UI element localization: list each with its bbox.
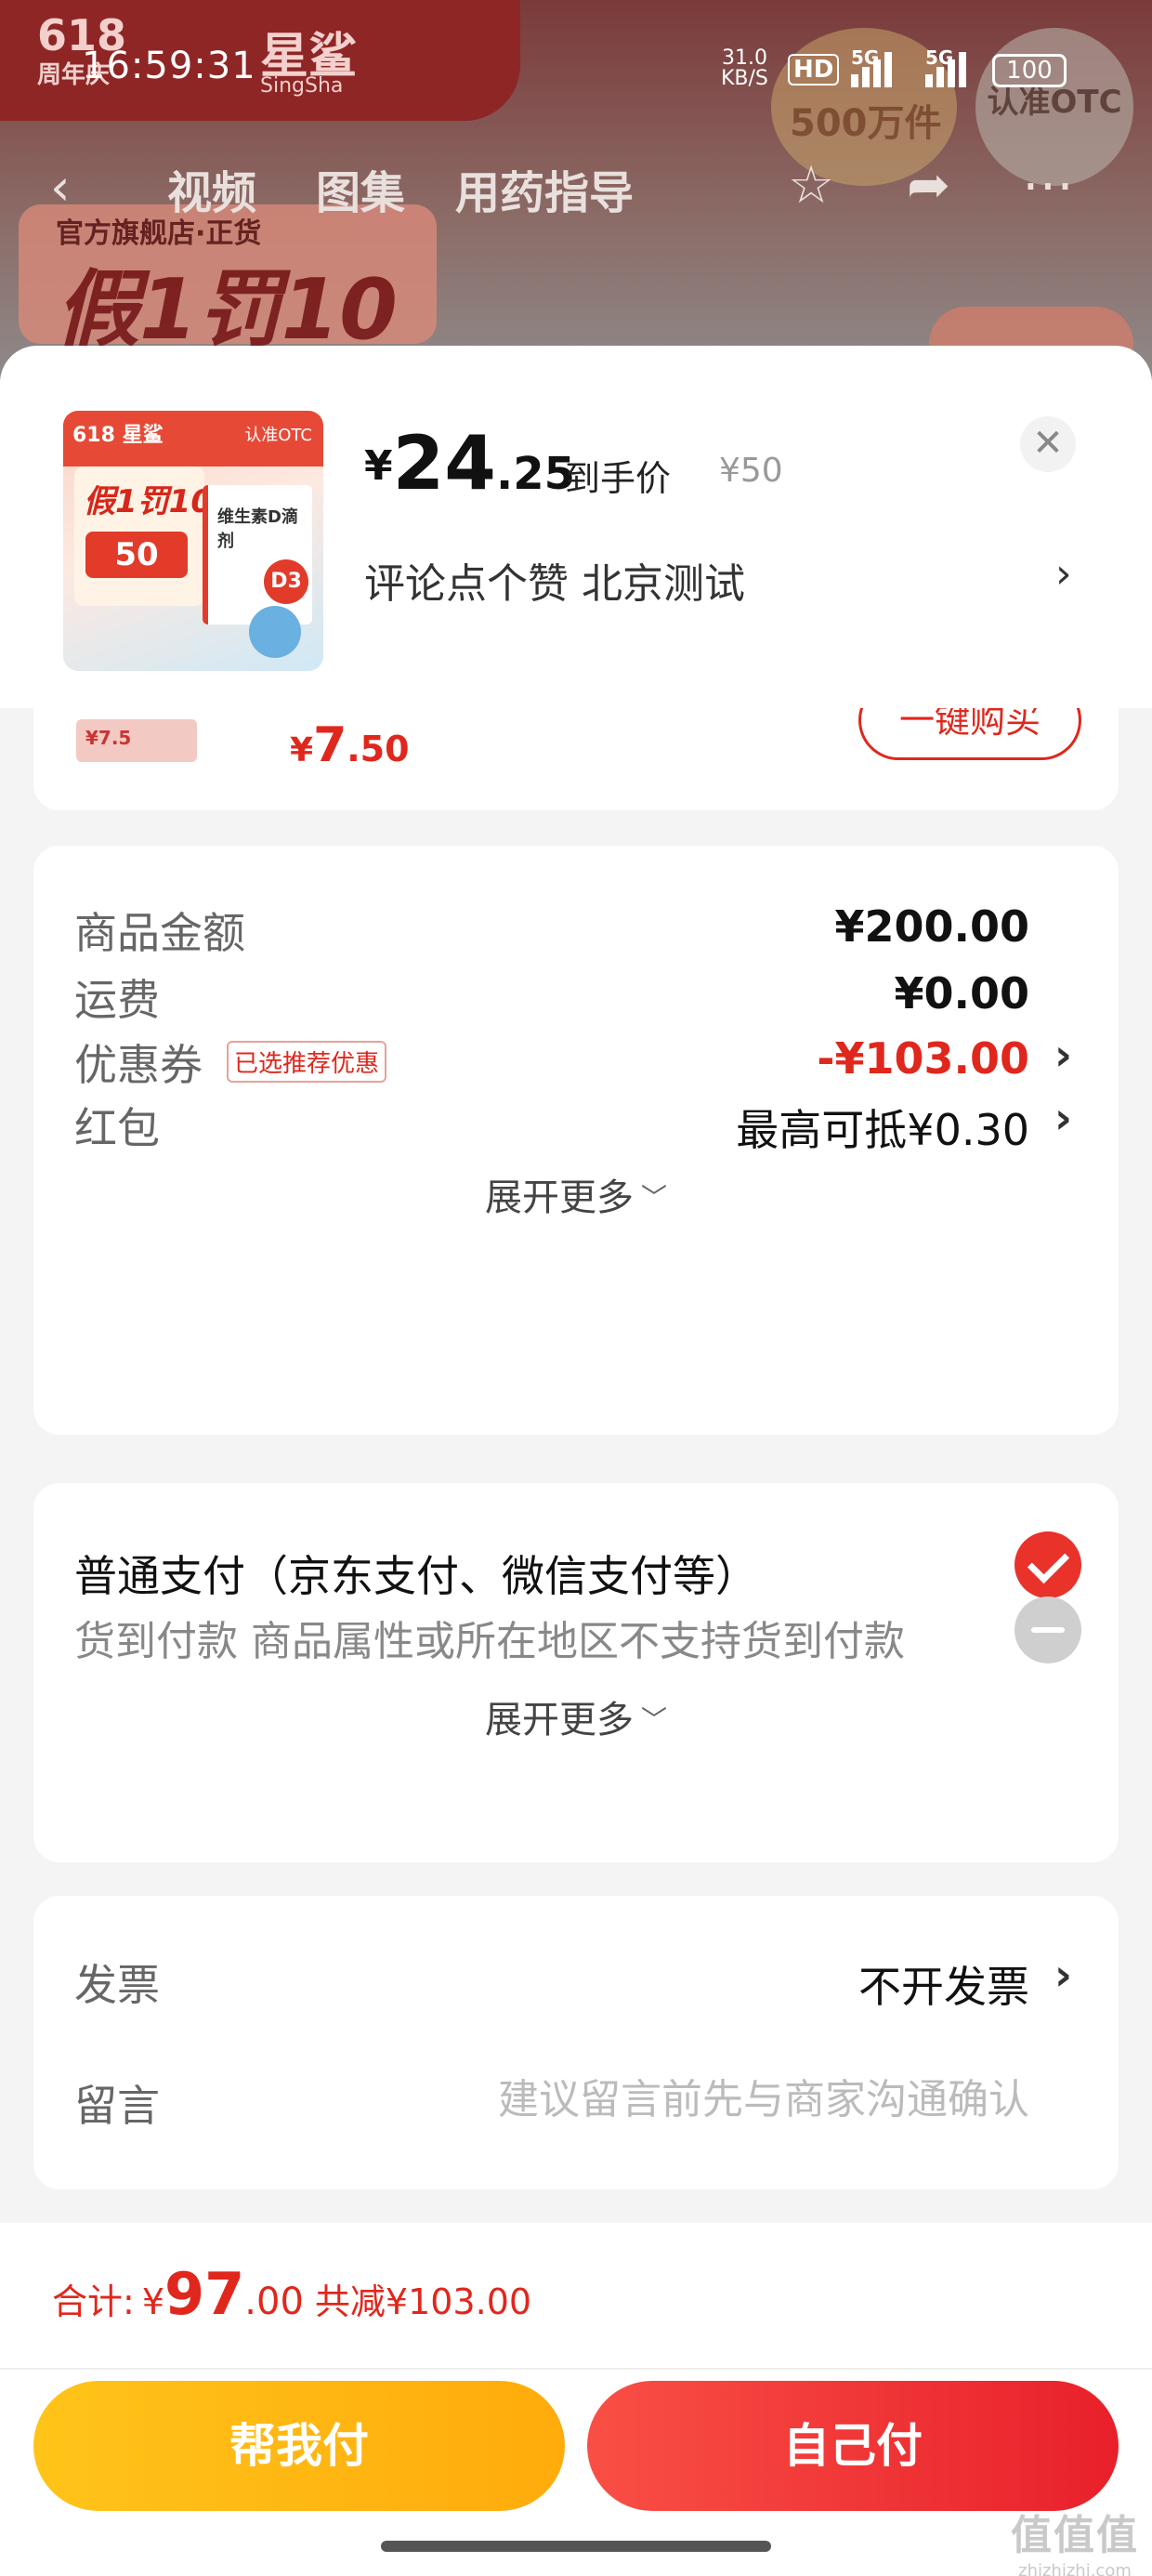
shipping-row: 运费 ¥0.00 bbox=[74, 968, 1029, 1025]
back-arrow-icon[interactable]: ‹ bbox=[50, 160, 106, 216]
recommended-item-price: ¥7.50 bbox=[290, 717, 410, 773]
watermark-logo: 值值值 zhizhizhi.com bbox=[1011, 2512, 1139, 2576]
chevron-right-icon: › bbox=[1054, 1030, 1072, 1080]
payment-method-card: 普通支付（京东支付、微信支付等） 货到付款 商品属性或所在地区不支持货到付款 展… bbox=[33, 1483, 1119, 1862]
share-icon[interactable]: ➦ bbox=[907, 158, 950, 214]
recommended-item-thumbnail: ¥7.5 bbox=[76, 719, 197, 762]
coupon-tag: 已选推荐优惠 bbox=[227, 1041, 387, 1083]
goods-amount: ¥200.00 bbox=[834, 901, 1029, 952]
close-icon[interactable]: ✕ bbox=[1020, 416, 1076, 472]
status-time: 16:59:31 bbox=[82, 45, 256, 87]
invoice-row[interactable]: 发票 不开发票 › bbox=[33, 1942, 1119, 2017]
thumb-product-box: 维生素D滴剂 D3 bbox=[203, 485, 312, 624]
expand-more-button[interactable]: 展开更多 ﹀ bbox=[33, 1167, 1119, 1221]
chevron-down-icon: ﹀ bbox=[640, 1704, 667, 1735]
thumb-coupon: 50 bbox=[85, 532, 188, 578]
checkout-footer: 合计: ¥97.00 共减¥103.00 帮我付 自己付 值值值 zhizhizhi… bbox=[0, 2223, 1152, 2576]
tab-gallery[interactable]: 图集 bbox=[316, 156, 405, 221]
normal-payment-option[interactable]: 普通支付（京东支付、微信支付等） bbox=[33, 1531, 1119, 1606]
more-dots-icon[interactable]: ⋯ bbox=[1022, 158, 1074, 214]
promo-banner-big: 假1罚10 bbox=[56, 261, 398, 359]
product-thumbnail[interactable]: 618 星鲨 认准OTC 假1罚10 50 维生素D滴剂 D3 bbox=[63, 411, 323, 671]
checked-circle-icon[interactable] bbox=[1015, 1531, 1081, 1598]
hd-icon: HD bbox=[788, 54, 840, 85]
tab-medication-guide[interactable]: 用药指导 bbox=[455, 156, 634, 221]
selected-spec[interactable]: 评论点个赞 北京测试 bbox=[364, 550, 745, 610]
chevron-right-icon: › bbox=[1054, 1950, 1072, 2000]
goods-amount-row: 商品金额 ¥200.00 bbox=[74, 901, 1029, 958]
thumb-otc: 认准OTC bbox=[244, 426, 312, 445]
disabled-circle-icon bbox=[1015, 1597, 1081, 1663]
red-packet-value: 最高可抵¥0.30 bbox=[736, 1105, 1029, 1155]
favorite-star-icon[interactable]: ☆ bbox=[788, 158, 834, 214]
battery-icon: 100 bbox=[992, 54, 1067, 87]
message-row: 留言 bbox=[33, 2063, 1119, 2137]
total-discount: 共减¥103.00 bbox=[314, 2281, 532, 2322]
signal-icon: 5G bbox=[925, 46, 981, 87]
final-price-label: 到手价 bbox=[565, 458, 672, 499]
final-price: ¥24.25 bbox=[364, 420, 575, 506]
status-bar: 16:59:31 31.0 KB/S HD 5G 5G 100 bbox=[0, 0, 1152, 130]
cash-on-delivery-option: 货到付款 商品属性或所在地区不支持货到付款 bbox=[33, 1597, 1119, 1671]
coupon-discount: -¥103.00 bbox=[817, 1033, 1029, 1084]
red-packet-row[interactable]: 红包 最高可抵¥0.30 › bbox=[33, 1085, 1119, 1160]
thumb-promo: 假1罚10 bbox=[84, 483, 213, 520]
tab-video[interactable]: 视频 bbox=[167, 156, 256, 221]
sheet-header: 618 星鲨 认准OTC 假1罚10 50 维生素D滴剂 D3 ¥24.25 到… bbox=[0, 346, 1152, 708]
signal-icon: 5G bbox=[851, 46, 907, 87]
top-nav: ‹ 视频 图集 用药指导 ☆ ➦ ⋯ bbox=[0, 149, 1152, 223]
chevron-right-icon: › bbox=[1054, 1093, 1072, 1143]
message-input[interactable] bbox=[323, 2076, 1029, 2123]
mascot-image bbox=[249, 606, 301, 658]
home-indicator[interactable] bbox=[381, 2541, 771, 2552]
original-price: ¥50 bbox=[719, 452, 783, 490]
invoice-value: 不开发票 bbox=[858, 1962, 1029, 2012]
promo-banner: 官方旗舰店·正货 假1罚10 bbox=[19, 204, 437, 359]
network-speed: 31.0 KB/S bbox=[721, 46, 768, 90]
shipping-fee: ¥0.00 bbox=[894, 968, 1029, 1019]
order-total: 合计: ¥97.00 共减¥103.00 bbox=[52, 2260, 532, 2328]
pay-myself-button[interactable]: 自己付 bbox=[587, 2381, 1119, 2511]
invoice-message-card: 发票 不开发票 › 留言 bbox=[33, 1896, 1119, 2189]
chevron-right-icon[interactable]: › bbox=[1055, 550, 1072, 598]
chevron-down-icon: ﹀ bbox=[640, 1182, 667, 1213]
help-me-pay-button[interactable]: 帮我付 bbox=[33, 2381, 565, 2511]
divider bbox=[0, 2368, 1152, 2370]
fee-summary-card: 商品金额 ¥200.00 运费 ¥0.00 优惠券 已选推荐优惠 -¥103.0… bbox=[33, 846, 1119, 1435]
thumb-logo: 618 星鲨 bbox=[72, 424, 164, 447]
expand-more-button[interactable]: 展开更多 ﹀ bbox=[33, 1689, 1119, 1743]
